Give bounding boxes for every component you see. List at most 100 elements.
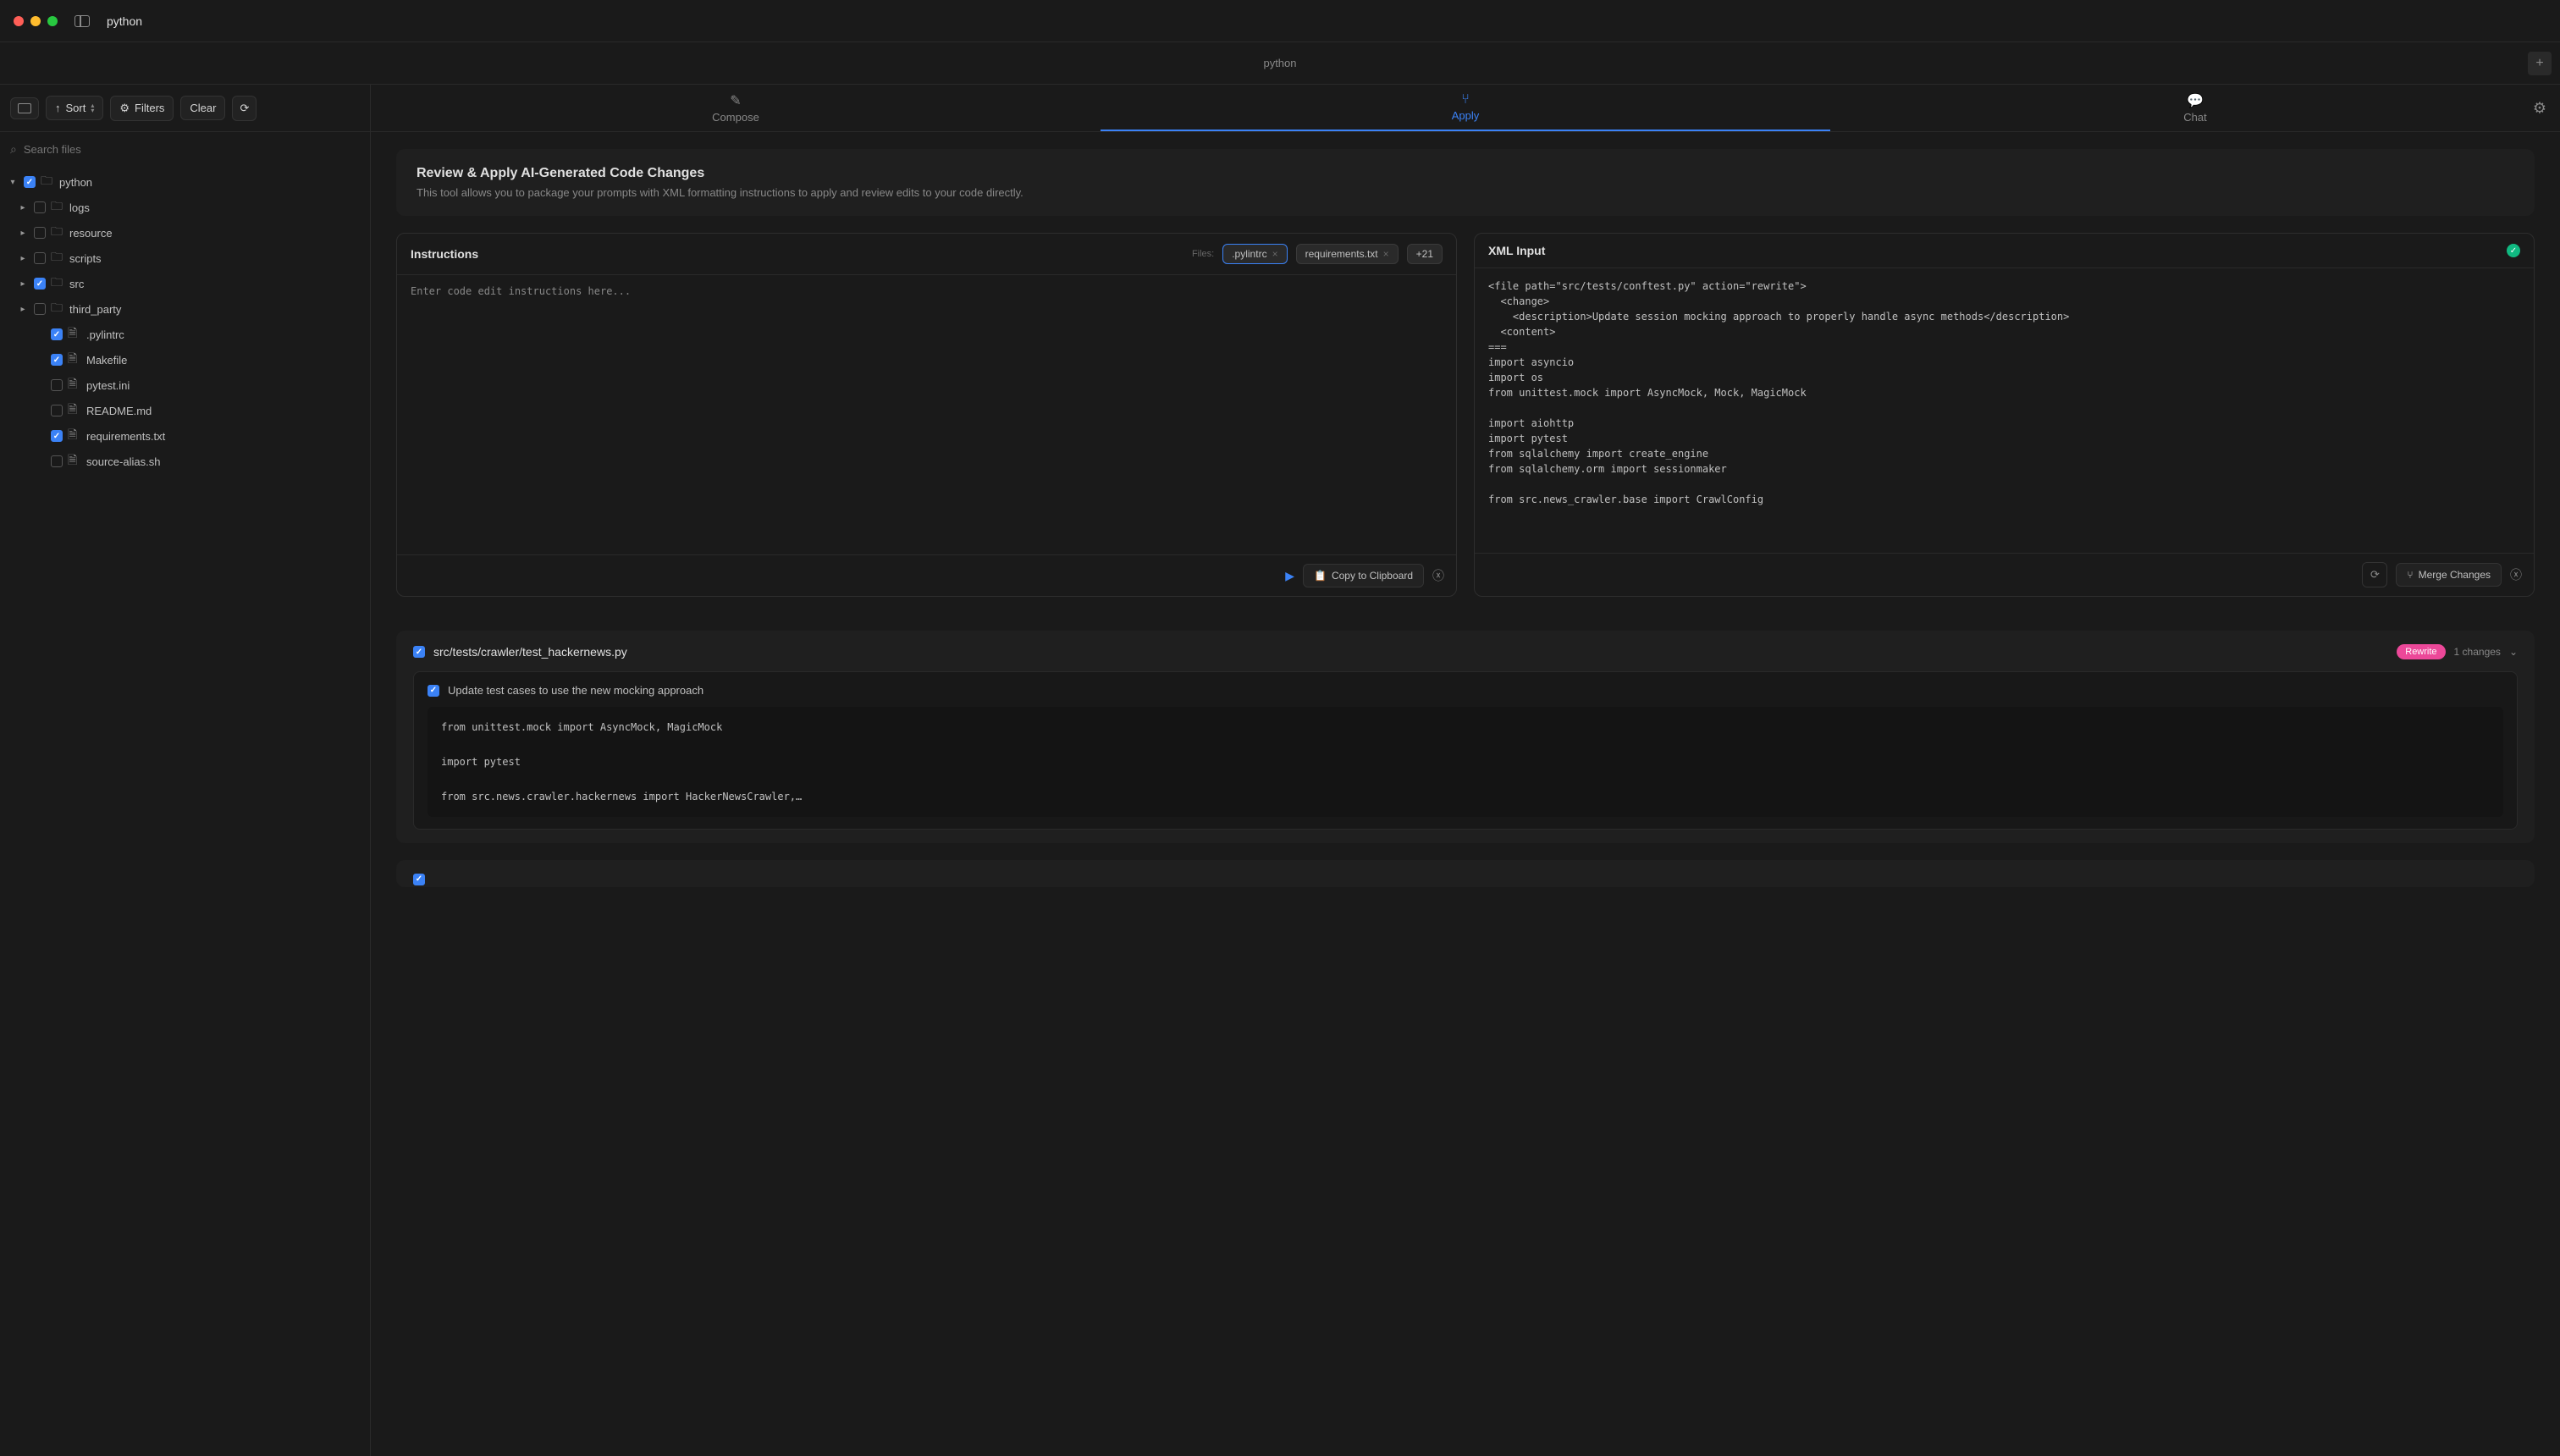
checkbox[interactable]: [34, 278, 46, 290]
tree-item-scripts[interactable]: ▸ 🗀 scripts: [0, 245, 370, 271]
clear-button[interactable]: Clear: [180, 96, 225, 120]
banner-subtitle: This tool allows you to package your pro…: [417, 186, 2514, 199]
instructions-panel: Instructions Files: .pylintrc × requirem…: [396, 233, 1457, 597]
tree-item-resource[interactable]: ▸ 🗀 resource: [0, 220, 370, 245]
status-ok-icon: ✓: [2507, 244, 2520, 257]
file-chip-more[interactable]: +21: [1407, 244, 1443, 264]
xml-header: XML Input ✓: [1475, 234, 2534, 268]
pencil-icon: ✎: [730, 92, 741, 109]
sort-up-icon: ↑: [55, 102, 61, 114]
sort-arrows-icon: ▴▾: [91, 103, 94, 113]
close-window-button[interactable]: [14, 16, 24, 26]
checkbox[interactable]: [51, 354, 63, 366]
change-checkbox[interactable]: [413, 874, 425, 885]
refresh-xml-button[interactable]: ⟳: [2362, 562, 2387, 587]
chevron-right-icon[interactable]: ▸: [17, 254, 29, 263]
tree-item-source-alias[interactable]: ▸ 🗎 source-alias.sh: [0, 449, 370, 474]
play-button[interactable]: ▶: [1285, 569, 1294, 583]
copy-label: Copy to Clipboard: [1332, 570, 1413, 582]
tab-compose-label: Compose: [712, 111, 759, 124]
settings-button[interactable]: ⚙: [2533, 99, 2546, 117]
checkbox[interactable]: [34, 252, 46, 264]
close-icon[interactable]: ×: [1272, 248, 1278, 260]
expand-button[interactable]: ⌄: [2509, 646, 2518, 658]
folder-icon: 🗀: [51, 248, 64, 268]
refresh-button[interactable]: ⟳: [232, 96, 257, 121]
checkbox[interactable]: [51, 430, 63, 442]
open-folder-button[interactable]: [10, 97, 39, 119]
tree-item-label: scripts: [69, 252, 102, 265]
search-input[interactable]: [24, 143, 360, 156]
chevron-right-icon[interactable]: ▸: [17, 203, 29, 212]
xml-body[interactable]: <file path="src/tests/conftest.py" actio…: [1475, 268, 2534, 553]
merge-label: Merge Changes: [2419, 569, 2491, 581]
change-checkbox[interactable]: [413, 646, 425, 658]
subtitle-bar: python +: [0, 42, 2560, 85]
chevron-down-icon[interactable]: ▾: [7, 178, 19, 187]
instructions-body[interactable]: Enter code edit instructions here...: [397, 275, 1456, 554]
folder-icon: 🗀: [51, 299, 64, 319]
tree-item-label: third_party: [69, 303, 121, 316]
tab-chat[interactable]: 💬 Chat: [1830, 85, 2560, 131]
tree-item-third-party[interactable]: ▸ 🗀 third_party: [0, 296, 370, 322]
change-detail: Update test cases to use the new mocking…: [413, 671, 2518, 830]
filters-button[interactable]: ⚙ Filters: [110, 96, 174, 121]
tree-root[interactable]: ▾ 🗀 python: [0, 169, 370, 195]
checkbox[interactable]: [34, 303, 46, 315]
file-chip-pylintrc[interactable]: .pylintrc ×: [1222, 244, 1287, 264]
sidebar-toggle-icon[interactable]: [74, 15, 90, 27]
tree-item-label: logs: [69, 201, 90, 214]
content-scroll[interactable]: Review & Apply AI-Generated Code Changes…: [371, 132, 2560, 1456]
merge-changes-button[interactable]: ⑂ Merge Changes: [2396, 563, 2502, 587]
checkbox[interactable]: [34, 201, 46, 213]
tab-compose[interactable]: ✎ Compose: [371, 85, 1101, 131]
merge-icon: ⑂: [1461, 92, 1470, 108]
sort-button[interactable]: ↑ Sort ▴▾: [46, 96, 103, 120]
clear-label: Clear: [190, 102, 216, 114]
file-chip-requirements[interactable]: requirements.txt ×: [1296, 244, 1399, 264]
tree-item-src[interactable]: ▸ 🗀 src: [0, 271, 370, 296]
tree-item-label: source-alias.sh: [86, 455, 160, 468]
tree-item-logs[interactable]: ▸ 🗀 logs: [0, 195, 370, 220]
change-card: src/tests/crawler/test_hackernews.py Rew…: [396, 631, 2535, 843]
close-icon[interactable]: ×: [1383, 248, 1389, 260]
root-checkbox[interactable]: [24, 176, 36, 188]
subtitle-label: python: [1263, 57, 1296, 69]
checkbox[interactable]: [51, 379, 63, 391]
minimize-window-button[interactable]: [30, 16, 41, 26]
instructions-footer: ▶ 📋 Copy to Clipboard ⓧ: [397, 554, 1456, 596]
checkbox[interactable]: [51, 455, 63, 467]
clear-xml-button[interactable]: ⓧ: [2510, 566, 2522, 583]
checkbox[interactable]: [51, 405, 63, 416]
clear-instructions-button[interactable]: ⓧ: [1432, 567, 1444, 584]
chevron-right-icon[interactable]: ▸: [17, 279, 29, 289]
tree-root-label: python: [59, 176, 92, 189]
checkbox[interactable]: [51, 328, 63, 340]
maximize-window-button[interactable]: [47, 16, 58, 26]
change-desc-row: Update test cases to use the new mocking…: [428, 684, 2503, 697]
chevron-right-icon[interactable]: ▸: [17, 305, 29, 314]
tree-item-label: src: [69, 278, 84, 290]
gear-icon: ⚙: [2533, 99, 2546, 116]
copy-clipboard-button[interactable]: 📋 Copy to Clipboard: [1303, 564, 1424, 587]
change-desc-text: Update test cases to use the new mocking…: [448, 684, 703, 697]
folder-open-icon: [18, 103, 31, 113]
search-icon: ⌕: [10, 142, 17, 157]
add-tab-button[interactable]: +: [2528, 52, 2552, 75]
change-desc-checkbox[interactable]: [428, 685, 439, 697]
checkbox[interactable]: [34, 227, 46, 239]
tree-item-pylintrc[interactable]: ▸ 🗎 .pylintrc: [0, 322, 370, 347]
tree-item-label: resource: [69, 227, 113, 240]
tree-item-makefile[interactable]: ▸ 🗎 Makefile: [0, 347, 370, 372]
file-icon: 🗎: [68, 350, 81, 370]
tree-item-readme[interactable]: ▸ 🗎 README.md: [0, 398, 370, 423]
files-label: Files:: [1192, 249, 1214, 259]
file-icon: 🗎: [68, 400, 81, 421]
tab-apply-label: Apply: [1452, 109, 1480, 122]
panels-row: Instructions Files: .pylintrc × requirem…: [396, 233, 2535, 597]
folder-icon: 🗀: [51, 273, 64, 294]
tree-item-pytest-ini[interactable]: ▸ 🗎 pytest.ini: [0, 372, 370, 398]
chevron-right-icon[interactable]: ▸: [17, 229, 29, 238]
tree-item-requirements[interactable]: ▸ 🗎 requirements.txt: [0, 423, 370, 449]
tab-apply[interactable]: ⑂ Apply: [1101, 85, 1830, 131]
